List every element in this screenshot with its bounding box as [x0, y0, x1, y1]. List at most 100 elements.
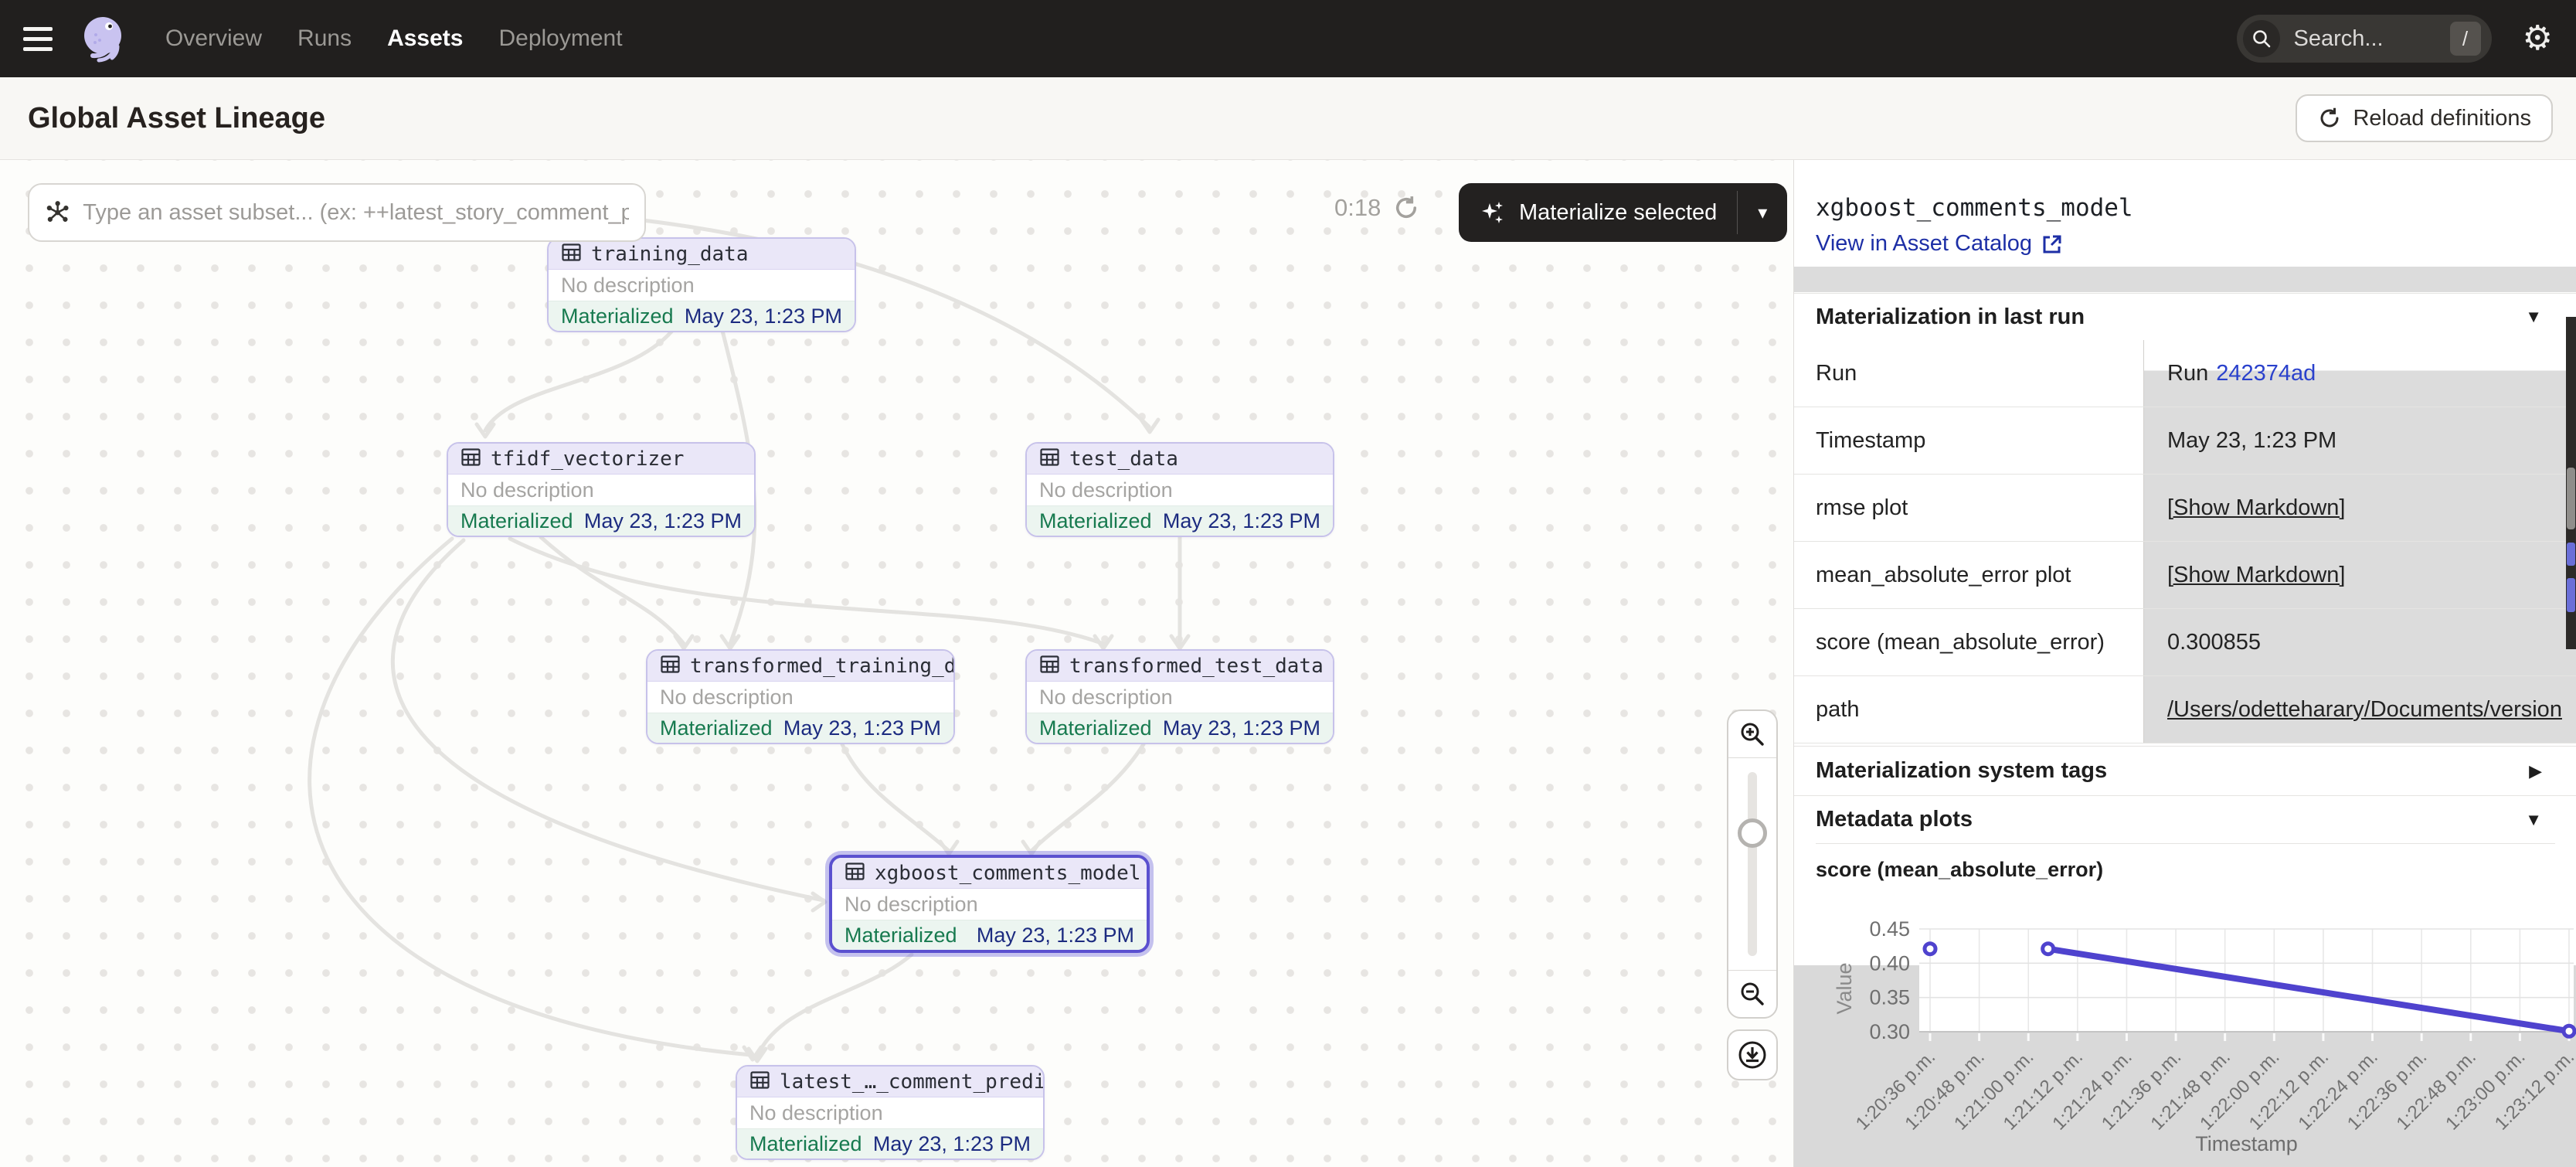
search-input[interactable]: Search... /: [2237, 15, 2492, 63]
asset-node-transformed-test-data[interactable]: transformed_test_dataNo descriptionMater…: [1025, 649, 1334, 744]
top-nav: Overview Runs Assets Deployment Search..…: [0, 0, 2576, 77]
download-image-button[interactable]: [1727, 1029, 1778, 1080]
table-icon: [1039, 654, 1060, 679]
zoom-in-button[interactable]: [1728, 711, 1776, 757]
panel-asset-title: xgboost_comments_model: [1816, 194, 2133, 222]
asset-detail-panel: xgboost_comments_model View in Asset Cat…: [1793, 160, 2576, 1167]
metadata-label: Timestamp: [1794, 407, 2143, 474]
asset-name: transformed_test_data: [1069, 655, 1324, 678]
panel-divider-band: [1794, 267, 2576, 292]
status-badge: Materialized: [1039, 509, 1152, 533]
svg-text:Value: Value: [1833, 962, 1856, 1014]
svg-text:0.45: 0.45: [1869, 917, 1910, 941]
asset-name: training_data: [591, 243, 749, 266]
metadata-value: 0.300855: [2143, 609, 2576, 675]
section-materialization-system-tags[interactable]: Materialization system tags ▶: [1794, 746, 2576, 795]
metadata-link[interactable]: [Show Markdown]: [2167, 563, 2346, 588]
sparkle-icon: [1479, 199, 1507, 226]
gear-icon[interactable]: ⚙︎: [2523, 22, 2553, 56]
asset-node-tfidf-vectorizer[interactable]: tfidf_vectorizerNo descriptionMaterializ…: [447, 442, 756, 537]
zoom-out-button[interactable]: [1728, 971, 1776, 1017]
status-badge: Materialized: [1039, 716, 1152, 740]
filter-placeholder: Type an asset subset... (ex: ++latest_st…: [83, 200, 629, 226]
chevron-down-icon: ▼: [2525, 307, 2542, 327]
panel-scrollbar[interactable]: [2566, 317, 2576, 649]
asset-description: No description: [1027, 475, 1333, 505]
materialized-timestamp: May 23, 1:23 PM: [783, 716, 941, 740]
table-icon: [561, 242, 582, 267]
asset-name: test_data: [1069, 447, 1178, 471]
nav-assets[interactable]: Assets: [387, 26, 463, 52]
chevron-right-icon: ▶: [2529, 761, 2542, 781]
asset-description: No description: [448, 475, 754, 505]
metadata-table: RunRun242374adTimestampMay 23, 1:23 PMrm…: [1794, 340, 2576, 743]
metadata-label: mean_absolute_error plot: [1794, 542, 2143, 608]
table-icon: [845, 861, 865, 886]
metadata-label: rmse plot: [1794, 475, 2143, 541]
asset-graph-icon: [45, 199, 70, 226]
search-placeholder: Search...: [2294, 26, 2450, 52]
metadata-value: [Show Markdown]: [2143, 475, 2576, 541]
score-chart: 0.450.400.350.301:20:36 p.m.1:20:48 p.m.…: [1794, 896, 2576, 1167]
svg-text:0.40: 0.40: [1869, 951, 1910, 975]
refresh-icon: [2317, 106, 2342, 131]
asset-name: xgboost_comments_model: [875, 862, 1140, 885]
table-icon: [749, 1070, 770, 1094]
asset-name: transformed_training_data: [690, 655, 955, 678]
nav-runs[interactable]: Runs: [297, 26, 352, 52]
page-header: Global Asset Lineage Reload definitions: [0, 77, 2576, 160]
asset-name: latest_…_comment_predictions: [780, 1070, 1045, 1094]
table-icon: [460, 447, 481, 471]
metadata-value: May 23, 1:23 PM: [2143, 407, 2576, 474]
status-badge: Materialized: [561, 305, 674, 328]
metadata-label: path: [1794, 676, 2143, 743]
run-id-link[interactable]: 242374ad: [2216, 361, 2316, 386]
nav-deployment[interactable]: Deployment: [498, 26, 622, 52]
materialize-dropdown-caret[interactable]: ▾: [1738, 183, 1787, 242]
asset-node-training-data[interactable]: training_data No description Materialized M…: [547, 237, 856, 332]
reload-definitions-button[interactable]: Reload definitions: [2296, 94, 2553, 142]
section-metadata-plots[interactable]: Metadata plots ▼: [1794, 795, 2576, 843]
asset-node-xgboost-comments-model[interactable]: xgboost_comments_modelNo descriptionMate…: [829, 855, 1150, 953]
refresh-button[interactable]: [1392, 194, 1420, 226]
metadata-label: score (mean_absolute_error): [1794, 609, 2143, 675]
status-badge: Materialized: [460, 509, 573, 533]
nav-overview[interactable]: Overview: [165, 26, 262, 52]
materialize-selected-button[interactable]: Materialize selected ▾: [1459, 183, 1787, 242]
metadata-link[interactable]: /Users/odetteharary/Documents/version: [2167, 697, 2562, 723]
zoom-slider[interactable]: [1728, 758, 1776, 970]
external-link-icon: [2041, 233, 2063, 255]
materialized-timestamp: May 23, 1:23 PM: [873, 1132, 1031, 1156]
asset-subset-filter-input[interactable]: Type an asset subset... (ex: ++latest_st…: [28, 183, 646, 242]
asset-node-latest-comment-predictions[interactable]: latest_…_comment_predictionsNo descripti…: [736, 1065, 1045, 1160]
hamburger-menu-icon[interactable]: [23, 27, 57, 51]
metadata-row-path: path/Users/odetteharary/Documents/versio…: [1794, 676, 2576, 743]
materialized-timestamp: May 23, 1:23 PM: [584, 509, 742, 533]
metadata-label: Run: [1794, 340, 2143, 407]
metadata-value: /Users/odetteharary/Documents/version: [2143, 676, 2576, 743]
search-icon: [2243, 20, 2280, 57]
metadata-link[interactable]: [Show Markdown]: [2167, 495, 2346, 521]
metadata-row-mean-absolute-error-plot: mean_absolute_error plot [Show Markdown]: [1794, 542, 2576, 609]
zoom-slider-track[interactable]: [1748, 772, 1757, 956]
asset-node-test-data[interactable]: test_data No description Materialized May 2…: [1025, 442, 1334, 537]
section-materialization-last-run[interactable]: Materialization in last run ▼: [1794, 293, 2576, 340]
materialized-timestamp: May 23, 1:23 PM: [685, 305, 842, 328]
materialized-timestamp: May 23, 1:23 PM: [977, 924, 1134, 948]
asset-description: No description: [647, 682, 953, 713]
materialized-timestamp: May 23, 1:23 PM: [1163, 716, 1320, 740]
dagster-logo[interactable]: [77, 13, 128, 64]
metadata-value: Run242374ad: [2143, 340, 2576, 407]
materialized-timestamp: May 23, 1:23 PM: [1163, 509, 1320, 533]
asset-description: No description: [832, 889, 1147, 920]
metadata-row-Timestamp: TimestampMay 23, 1:23 PM: [1794, 407, 2576, 475]
scrollbar-thumb[interactable]: [2567, 468, 2575, 529]
page-title: Global Asset Lineage: [28, 102, 325, 135]
view-in-asset-catalog-link[interactable]: View in Asset Catalog: [1816, 231, 2063, 257]
asset-node-transformed-training-data[interactable]: transformed_training_data No description M…: [646, 649, 955, 744]
main-nav: Overview Runs Assets Deployment: [165, 26, 623, 52]
asset-lineage-canvas[interactable]: training_data No description Materialized M…: [0, 160, 1793, 1167]
metadata-row-rmse-plot: rmse plot [Show Markdown]: [1794, 475, 2576, 542]
asset-description: No description: [549, 270, 855, 301]
zoom-slider-handle[interactable]: [1738, 818, 1767, 848]
